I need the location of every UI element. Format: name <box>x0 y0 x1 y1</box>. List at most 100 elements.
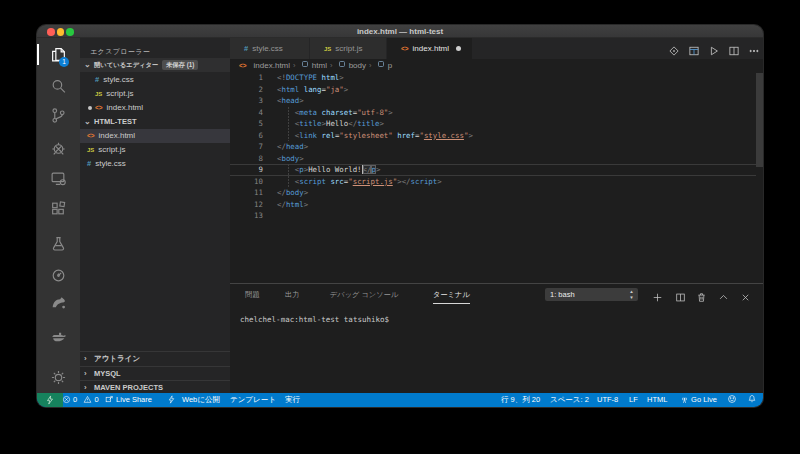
symbol-element-icon <box>377 59 385 72</box>
panel-tab-terminal[interactable]: ターミナル <box>433 288 470 304</box>
cursor-position[interactable]: 行 9、列 20 <box>501 393 540 407</box>
project-clock-icon[interactable] <box>50 267 67 284</box>
close-panel-icon[interactable] <box>740 289 751 300</box>
open-editor-item[interactable]: <>index.html <box>80 101 230 115</box>
encoding-status[interactable]: UTF-8 <box>597 393 618 407</box>
language-mode[interactable]: HTML <box>647 393 667 407</box>
source-control-icon[interactable] <box>50 107 67 124</box>
explorer-sidebar: エクスプローラー ⌄ 開いているエディター 未保存 (1) #style.css… <box>80 38 230 393</box>
code-line[interactable]: 3<head> <box>230 95 763 107</box>
chevron-down-icon: ⌄ <box>84 58 91 72</box>
js-file-icon: JS <box>95 91 102 97</box>
run-button[interactable]: 実行 <box>285 393 300 407</box>
remote-explorer-icon[interactable] <box>50 170 67 187</box>
live-share-status[interactable]: Live Share <box>105 393 152 407</box>
code-lines: 1<!DOCTYPE html>2<html lang="ja">3<head>… <box>230 72 763 222</box>
remote-indicator[interactable] <box>37 393 63 407</box>
open-editors-header[interactable]: ⌄ 開いているエディター 未保存 (1) <box>80 58 230 72</box>
vscode-window: index.html — html-test 1 <box>37 25 763 407</box>
breadcrumb-item[interactable]: body <box>349 61 366 70</box>
code-line[interactable]: 8<body> <box>230 153 763 165</box>
modified-dot <box>456 46 461 51</box>
breadcrumb: <>index.html› html› body› p <box>230 59 763 72</box>
js-file-icon: JS <box>87 147 94 153</box>
mysql-icon[interactable] <box>50 294 67 311</box>
indent-guide <box>288 107 289 142</box>
tab-style-css[interactable]: #style.css <box>230 38 310 59</box>
css-file-icon: # <box>244 44 248 53</box>
outline-section[interactable]: › アウトライン <box>80 351 230 365</box>
maximize-panel-icon[interactable] <box>718 289 729 300</box>
code-line[interactable]: 10 <script src="script.js"></script> <box>230 176 763 188</box>
feedback-bolt-icon[interactable] <box>167 393 176 407</box>
gear-icon[interactable] <box>50 369 67 386</box>
panel-tab-output[interactable]: 出力 <box>285 288 299 304</box>
problems-status[interactable]: 0 0 <box>62 393 99 407</box>
split-editor-icon[interactable] <box>728 43 740 55</box>
bottom-panel: 問題 出力 デバッグ コンソール ターミナル 1: bash ▲▼ chelch… <box>230 283 763 393</box>
editor-scrollbar[interactable] <box>756 73 763 167</box>
feedback-smiley-icon[interactable] <box>727 393 737 407</box>
open-editor-item[interactable]: #style.css <box>80 73 230 87</box>
tab-script-js[interactable]: JSscript.js <box>310 38 387 59</box>
js-file-icon: JS <box>324 46 331 52</box>
new-terminal-icon[interactable] <box>652 289 663 300</box>
code-line[interactable]: 1<!DOCTYPE html> <box>230 72 763 84</box>
tab-index-html[interactable]: <>index.html <box>387 38 473 59</box>
unsaved-badge: 未保存 (1) <box>162 60 198 70</box>
html-file-icon: <> <box>87 132 95 139</box>
indentation-status[interactable]: スペース: 2 <box>550 393 589 407</box>
chevron-right-icon: › <box>84 367 87 381</box>
open-editor-item[interactable]: JSscript.js <box>80 87 230 101</box>
code-line[interactable]: 4 <meta charset="utf-8"> <box>230 107 763 119</box>
breadcrumb-item[interactable]: html <box>312 61 327 70</box>
workspace-header[interactable]: ⌄ HTML-TEST <box>80 115 230 129</box>
panel-tab-problems[interactable]: 問題 <box>245 288 259 304</box>
css-file-icon: # <box>95 75 99 84</box>
tree-item-index-html[interactable]: <>index.html <box>80 129 230 143</box>
code-line[interactable]: 7</head> <box>230 141 763 153</box>
eol-status[interactable]: LF <box>629 393 638 407</box>
extensions-icon[interactable] <box>50 200 67 217</box>
tree-item-script-js[interactable]: JSscript.js <box>80 143 230 157</box>
chevron-down-icon: ⌄ <box>84 115 91 129</box>
publish-web-button[interactable]: Webに公開 <box>182 393 220 407</box>
code-editor[interactable]: 1<!DOCTYPE html>2<html lang="ja">3<head>… <box>230 72 763 283</box>
shell-select[interactable]: 1: bash ▲▼ <box>545 288 638 301</box>
sidebar-title: エクスプローラー <box>90 47 150 57</box>
more-actions-icon[interactable] <box>748 43 760 55</box>
code-line[interactable]: 12</html> <box>230 199 763 211</box>
test-flask-icon[interactable] <box>50 235 67 252</box>
breadcrumb-item[interactable]: p <box>388 61 392 70</box>
editor-tab-bar: #style.css JSscript.js <>index.html <box>230 38 763 59</box>
symbol-element-icon <box>338 59 346 72</box>
live-server-icon[interactable] <box>668 43 680 55</box>
search-icon[interactable] <box>50 78 67 95</box>
tree-item-style-css[interactable]: #style.css <box>80 157 230 171</box>
css-file-icon: # <box>87 159 91 168</box>
run-icon[interactable] <box>708 43 720 55</box>
split-terminal-icon[interactable] <box>675 289 686 300</box>
html-file-icon: <> <box>95 104 103 111</box>
code-line[interactable]: 13 <box>230 210 763 222</box>
html-file-icon: <> <box>239 59 251 72</box>
code-line[interactable]: 11</body> <box>230 187 763 199</box>
terminal-prompt[interactable]: chelchel-mac:html-test tatsuhiko$ <box>240 315 389 324</box>
code-line[interactable]: 6 <link rel="stylesheet" href="style.css… <box>230 130 763 142</box>
template-icon[interactable] <box>688 43 700 55</box>
go-live-button[interactable]: Go Live <box>680 393 717 407</box>
debug-icon[interactable] <box>50 140 67 157</box>
explorer-badge: 1 <box>59 57 69 67</box>
kill-terminal-icon[interactable] <box>696 289 707 300</box>
html-file-icon: <> <box>401 45 409 52</box>
panel-tab-debug-console[interactable]: デバッグ コンソール <box>330 288 398 304</box>
notifications-bell-icon[interactable] <box>747 393 757 407</box>
mysql-section[interactable]: › MYSQL <box>80 366 230 380</box>
code-line[interactable]: 2<html lang="ja"> <box>230 84 763 96</box>
template-button[interactable]: テンプレート <box>230 393 276 407</box>
code-line[interactable]: 5 <title>Hello</title> <box>230 118 763 130</box>
select-stepper-icon: ▲▼ <box>627 289 636 300</box>
breadcrumb-item[interactable]: index.html <box>254 61 290 70</box>
code-line[interactable]: 9 <p>Hello World!</p> <box>230 164 763 176</box>
docker-icon[interactable] <box>50 327 67 344</box>
